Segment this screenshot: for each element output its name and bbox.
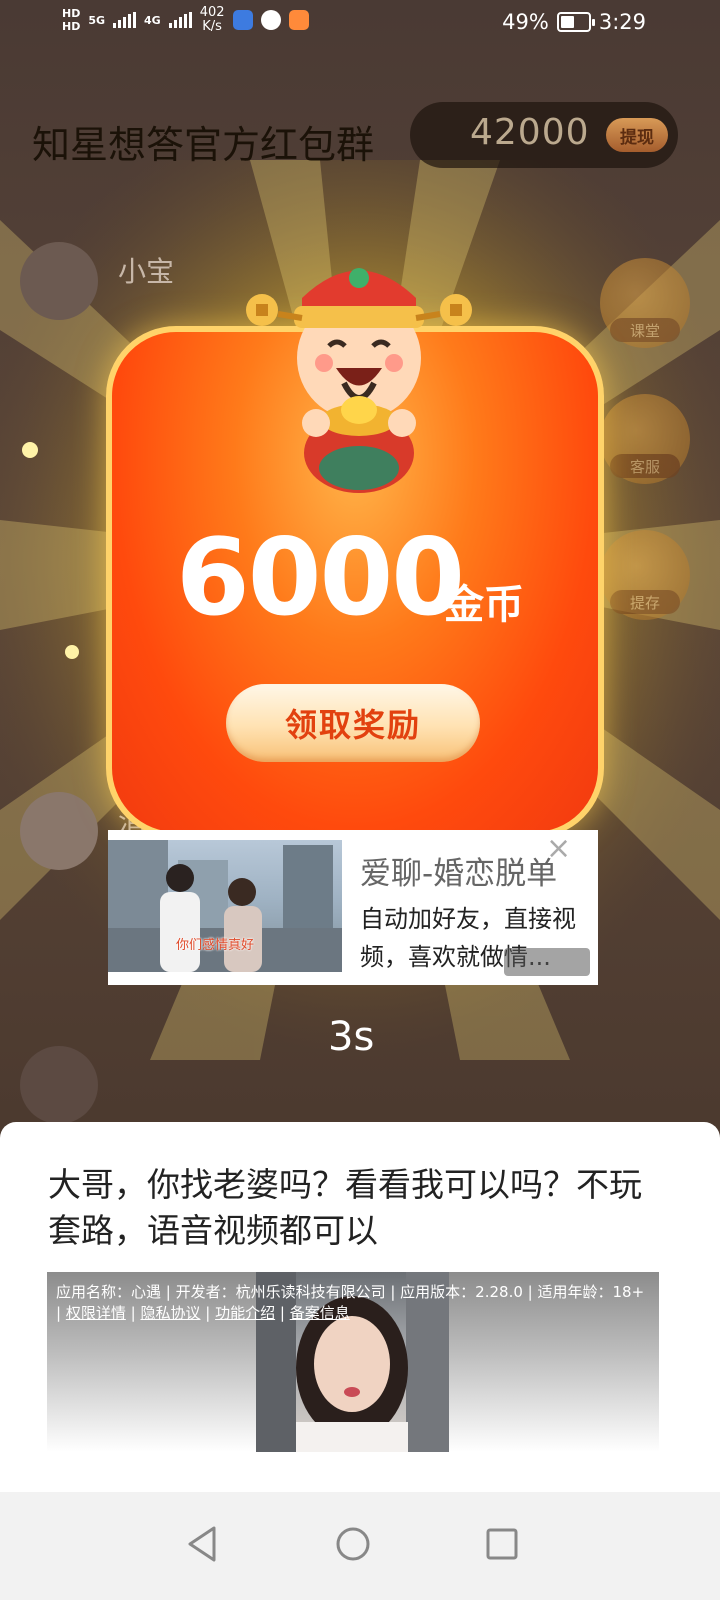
ad-banner[interactable]: 你们感情真好 爱聊-婚恋脱单 自动加好友，直接视频，喜欢就做情... × (108, 830, 598, 985)
signal-icon (113, 12, 137, 28)
bottom-ad-headline[interactable]: 大哥，你找老婆吗？看看我可以吗？不玩套路，语音视频都可以 (48, 1162, 668, 1254)
side-button-label: 提存 (610, 590, 680, 614)
avatar (20, 1046, 98, 1124)
status-left: HD HD 5G 4G 402 K/s (62, 6, 309, 34)
side-button-label: 客服 (610, 454, 680, 478)
god-of-wealth-mascot-icon (246, 268, 472, 493)
ad-thumbnail-caption: 你们感情真好 (176, 938, 255, 953)
info-separator: | (205, 1304, 216, 1322)
ad-thumbnail[interactable]: 你们感情真好 (108, 840, 342, 972)
member-name: 小宝 (118, 255, 175, 288)
info-separator: | (130, 1304, 141, 1322)
info-separator: | (279, 1304, 290, 1322)
app-notification-icon (232, 10, 253, 30)
permissions-link[interactable]: 权限详情 (66, 1304, 126, 1322)
ad-title: 爱聊-婚恋脱单 (360, 856, 558, 892)
privacy-link[interactable]: 隐私协议 (140, 1304, 200, 1322)
network-type-label-2: 4G (144, 13, 161, 27)
video-notification-icon (288, 10, 309, 30)
clock: 3:29 (598, 10, 646, 34)
network-speed: 402 K/s (200, 6, 225, 34)
recent-square-icon[interactable] (472, 1514, 532, 1574)
withdraw-button[interactable]: 提现 (606, 118, 668, 152)
coin-balance: 42000 (470, 112, 590, 153)
bottom-ad-app-info: 应用名称：心遇 | 开发者：杭州乐读科技有限公司 | 应用版本：2.28.0 |… (56, 1282, 656, 1324)
browser-notification-icon (260, 10, 281, 30)
claim-reward-button[interactable]: 领取奖励 (226, 684, 480, 762)
back-triangle-icon[interactable] (172, 1514, 232, 1574)
filing-link[interactable]: 备案信息 (290, 1304, 350, 1322)
side-button-service[interactable]: 客服 (600, 394, 690, 484)
status-bar: HD HD 5G 4G 402 K/s 49% 3:29 (0, 0, 720, 50)
countdown-timer: 3s (328, 1014, 375, 1060)
network-speed-unit: K/s (202, 19, 222, 34)
reward-unit: 金币 (444, 582, 524, 628)
features-link[interactable]: 功能介绍 (215, 1304, 275, 1322)
side-button-deposit[interactable]: 提存 (600, 530, 690, 620)
battery-icon (556, 12, 595, 32)
signal-icon-2 (168, 12, 192, 28)
reward-amount: 6000 (176, 516, 465, 639)
home-circle-icon[interactable] (323, 1514, 383, 1574)
side-button-class[interactable]: 课堂 (600, 258, 690, 348)
network-type-label: 5G (88, 13, 106, 27)
network-speed-value: 402 (199, 5, 225, 20)
avatar (20, 792, 98, 870)
group-title: 知星想答官方红包群 (32, 123, 375, 167)
hd-indicator: HD HD (62, 7, 81, 33)
close-icon[interactable]: × (546, 834, 572, 864)
status-right: 49% 3:29 (502, 10, 646, 34)
avatar (20, 242, 98, 320)
ad-label-badge (504, 948, 590, 976)
battery-percent: 49% (502, 10, 549, 34)
navigation-bar (0, 1492, 720, 1600)
bottom-ad-info-line: 应用名称：心遇 | 开发者：杭州乐读科技有限公司 | 应用版本：2.28.0 |… (56, 1283, 645, 1301)
info-separator: | (56, 1304, 66, 1322)
side-button-label: 课堂 (610, 318, 680, 342)
